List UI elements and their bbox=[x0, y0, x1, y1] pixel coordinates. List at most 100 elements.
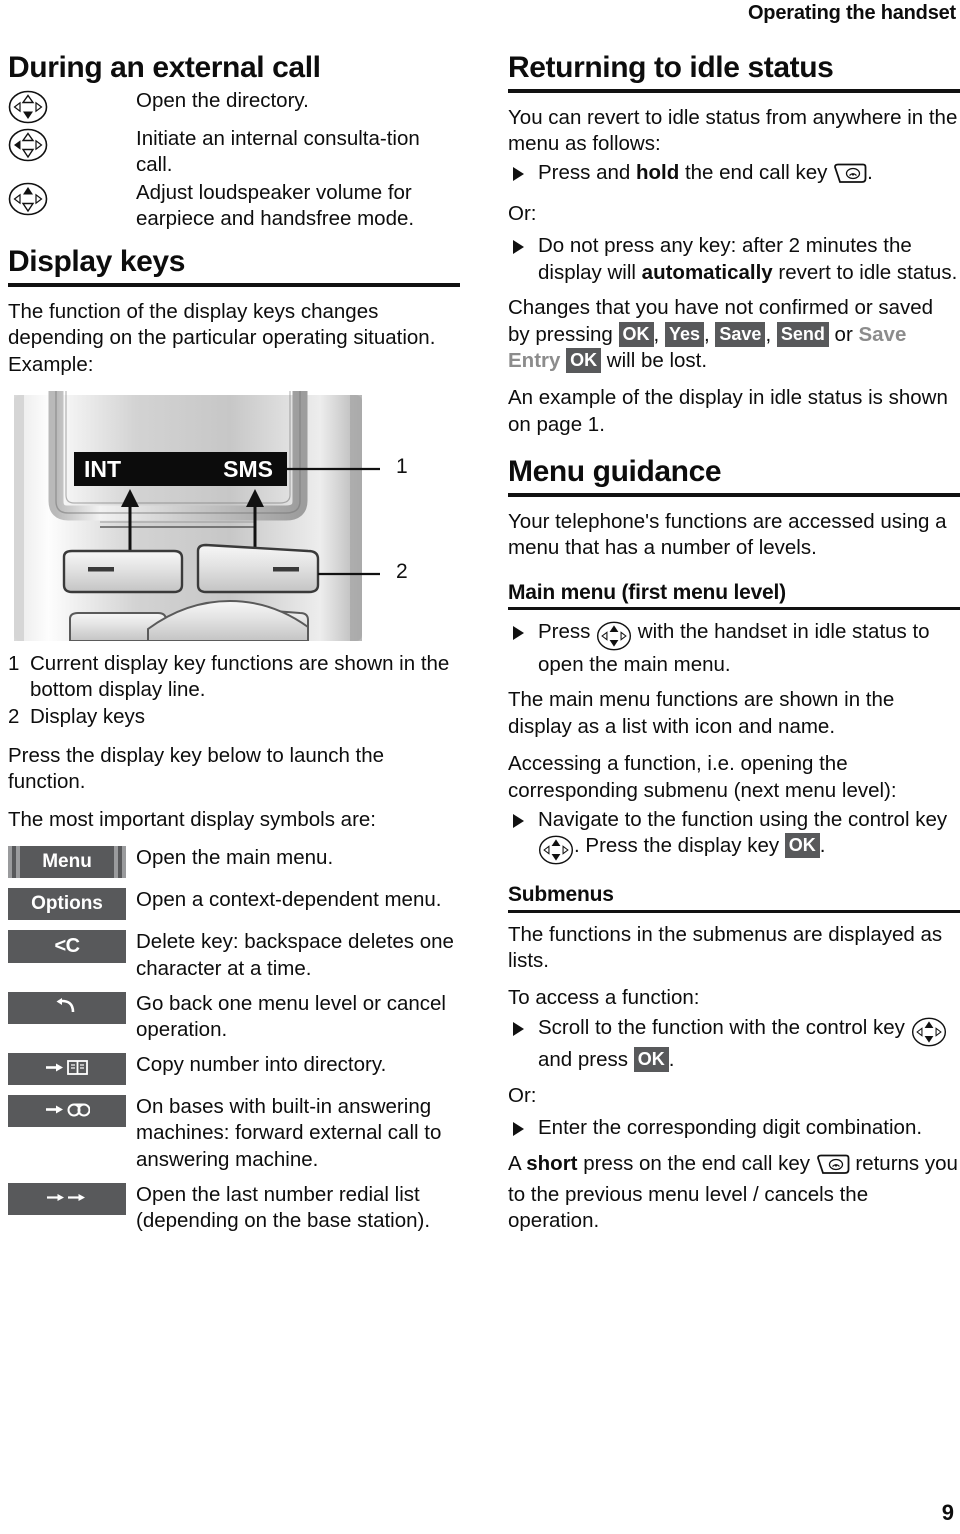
heading-returning-to-idle: Returning to idle status bbox=[508, 52, 960, 93]
symbol-text: Open the last number redial list (depend… bbox=[136, 1182, 431, 1233]
changes-lost-paragraph: Changes that you have not confirmed or s… bbox=[508, 296, 934, 373]
bullet-text-bold: hold bbox=[636, 161, 680, 185]
symbol-badge-cell: <C bbox=[8, 928, 136, 981]
short-press-pre: A bbox=[508, 1151, 527, 1175]
symbol-row-redial: Open the last number redial list (depend… bbox=[8, 1181, 460, 1234]
display-keys-intro: The function of the display keys changes… bbox=[8, 299, 436, 376]
bullet-press-hold-end-call: Press and hold the end call key . bbox=[508, 160, 960, 191]
symbol-badge-cell bbox=[8, 990, 136, 1043]
symbol-badge-cell: Options bbox=[8, 886, 136, 921]
end-call-key-icon bbox=[833, 163, 867, 191]
main-menu-list-note: The main menu functions are shown in the… bbox=[508, 688, 895, 738]
symbol-badge-cell bbox=[8, 1181, 136, 1234]
bullet-text-pre: Scroll to the function with the control … bbox=[538, 1015, 911, 1039]
symbol-badge-cell bbox=[8, 1093, 136, 1173]
ext-call-text: Adjust loudspeaker volume for earpiece a… bbox=[136, 180, 415, 231]
symbol-text: Open the main menu. bbox=[136, 846, 334, 870]
accessing-function-note: Accessing a function, i.e. opening the c… bbox=[508, 752, 897, 802]
bullet-text-post: . bbox=[819, 834, 826, 858]
control-key-down-icon bbox=[8, 90, 48, 124]
legend-item-2: 2 Display keys bbox=[8, 704, 460, 730]
bullet-text-post: revert to idle status. bbox=[772, 260, 958, 284]
left-column: During an external call Open the directo… bbox=[8, 52, 460, 1242]
legend-number-1: 1 bbox=[8, 652, 20, 676]
ext-call-row: Adjust loudspeaker volume for earpiece a… bbox=[8, 180, 460, 232]
symbol-text: Open a context-dependent menu. bbox=[136, 888, 442, 912]
legend-item-1: 1 Current display key functions are show… bbox=[8, 651, 460, 703]
delete-key-badge-icon[interactable]: <C bbox=[8, 930, 126, 964]
send-badge-icon[interactable]: Send bbox=[776, 321, 829, 347]
ok-badge-icon-2[interactable]: OK bbox=[566, 348, 602, 373]
symbol-row-options: Options Open a context-dependent menu. bbox=[8, 886, 460, 921]
symbol-text: Go back one menu level or cancel operati… bbox=[136, 991, 446, 1041]
callout-1: 1 bbox=[396, 455, 408, 479]
idle-intro: You can revert to idle status from anywh… bbox=[508, 105, 958, 155]
control-key-cell bbox=[8, 126, 136, 178]
control-key-cell bbox=[8, 88, 136, 124]
control-key-cell bbox=[8, 180, 136, 232]
heading-display-keys: Display keys bbox=[8, 246, 460, 287]
symbol-row-delete: <C Delete key: backspace deletes one cha… bbox=[8, 928, 460, 981]
short-press-bold: short bbox=[526, 1151, 578, 1175]
bullet-navigate-function: Navigate to the function using the contr… bbox=[508, 807, 960, 866]
bullet-scroll-function: Scroll to the function with the control … bbox=[508, 1015, 960, 1074]
save-badge-icon[interactable]: Save bbox=[715, 321, 766, 347]
bullet-text-bold: automatically bbox=[641, 260, 773, 284]
bullet-text-post: . bbox=[668, 1048, 675, 1072]
symbol-row-answering-machine: On bases with built-in answering machine… bbox=[8, 1093, 460, 1173]
back-key-badge-icon[interactable] bbox=[8, 991, 126, 1024]
control-key-left-icon bbox=[8, 128, 48, 162]
symbols-intro: The most important display symbols are: bbox=[8, 807, 376, 831]
changes-post: will be lost. bbox=[601, 349, 708, 372]
symbol-text: On bases with built-in answering machine… bbox=[136, 1095, 442, 1171]
menu-guidance-text: Your telephone's functions are accessed … bbox=[508, 509, 947, 560]
ok-badge-icon[interactable]: OK bbox=[618, 321, 654, 347]
bullet-press-control-key: Press with the handset in idle status to… bbox=[508, 619, 960, 678]
submenus-list-note: The functions in the submenus are displa… bbox=[508, 922, 943, 972]
heading-submenus: Submenus bbox=[508, 883, 960, 913]
bullet-text-pre: Press bbox=[538, 620, 597, 644]
heading-menu-guidance: Menu guidance bbox=[508, 456, 960, 497]
bullet-text-pre: Navigate to the function using the contr… bbox=[538, 807, 948, 831]
bullet-enter-digit-combination: Enter the corresponding digit combinatio… bbox=[508, 1115, 960, 1141]
control-key-icon bbox=[596, 621, 632, 651]
answering-machine-badge-icon[interactable] bbox=[8, 1095, 126, 1128]
symbol-badge-cell: Menu bbox=[8, 844, 136, 879]
end-call-key-icon bbox=[816, 1154, 850, 1182]
short-press-note: A short press on the end call key return… bbox=[508, 1151, 960, 1235]
legend-number-2: 2 bbox=[8, 704, 20, 728]
legend-text-1: Current display key functions are shown … bbox=[30, 652, 450, 702]
phone-illustration-svg: INT SMS bbox=[14, 391, 380, 643]
ok-badge-icon[interactable]: OK bbox=[784, 833, 820, 859]
control-key-icon bbox=[538, 835, 574, 865]
lcd-label-sms: SMS bbox=[223, 456, 273, 482]
symbol-text: Delete key: backspace deletes one charac… bbox=[136, 930, 454, 980]
menu-badge-icon[interactable]: Menu bbox=[8, 846, 126, 879]
control-key-icon bbox=[911, 1017, 947, 1047]
short-press-mid: press on the end call key bbox=[577, 1151, 816, 1175]
ok-badge-icon[interactable]: OK bbox=[633, 1047, 669, 1073]
redial-badge-icon[interactable] bbox=[8, 1182, 126, 1215]
heading-main-menu: Main menu (first menu level) bbox=[508, 581, 960, 611]
or-label-1: Or: bbox=[508, 201, 537, 225]
symbol-row-back: Go back one menu level or cancel operati… bbox=[8, 990, 460, 1043]
copy-directory-badge-icon[interactable] bbox=[8, 1053, 126, 1086]
symbol-badge-cell bbox=[8, 1051, 136, 1086]
bullet-text-post: the end call key bbox=[679, 161, 834, 185]
yes-badge-icon[interactable]: Yes bbox=[664, 321, 704, 347]
page-number: 9 bbox=[941, 1500, 954, 1525]
bullet-text-pre: Press and bbox=[538, 161, 636, 185]
ext-call-text: Initiate an internal consulta-tion call. bbox=[136, 126, 420, 176]
heading-during-external-call: During an external call bbox=[8, 51, 321, 84]
legend-text-2: Display keys bbox=[30, 704, 146, 728]
lcd-label-int: INT bbox=[84, 456, 121, 482]
idle-example-note: An example of the display in idle status… bbox=[508, 386, 948, 436]
bullet-auto-revert: Do not press any key: after 2 minutes th… bbox=[508, 233, 960, 286]
symbol-row-copy-directory: Copy number into directory. bbox=[8, 1051, 460, 1086]
bullet-text-mid: and press bbox=[538, 1048, 634, 1072]
ext-call-row: Initiate an internal consulta-tion call. bbox=[8, 126, 460, 178]
ext-call-row: Open the directory. bbox=[8, 88, 460, 124]
symbol-row-menu: Menu Open the main menu. bbox=[8, 844, 460, 879]
right-column: Returning to idle status You can revert … bbox=[508, 52, 960, 1246]
options-badge-icon[interactable]: Options bbox=[8, 888, 126, 921]
